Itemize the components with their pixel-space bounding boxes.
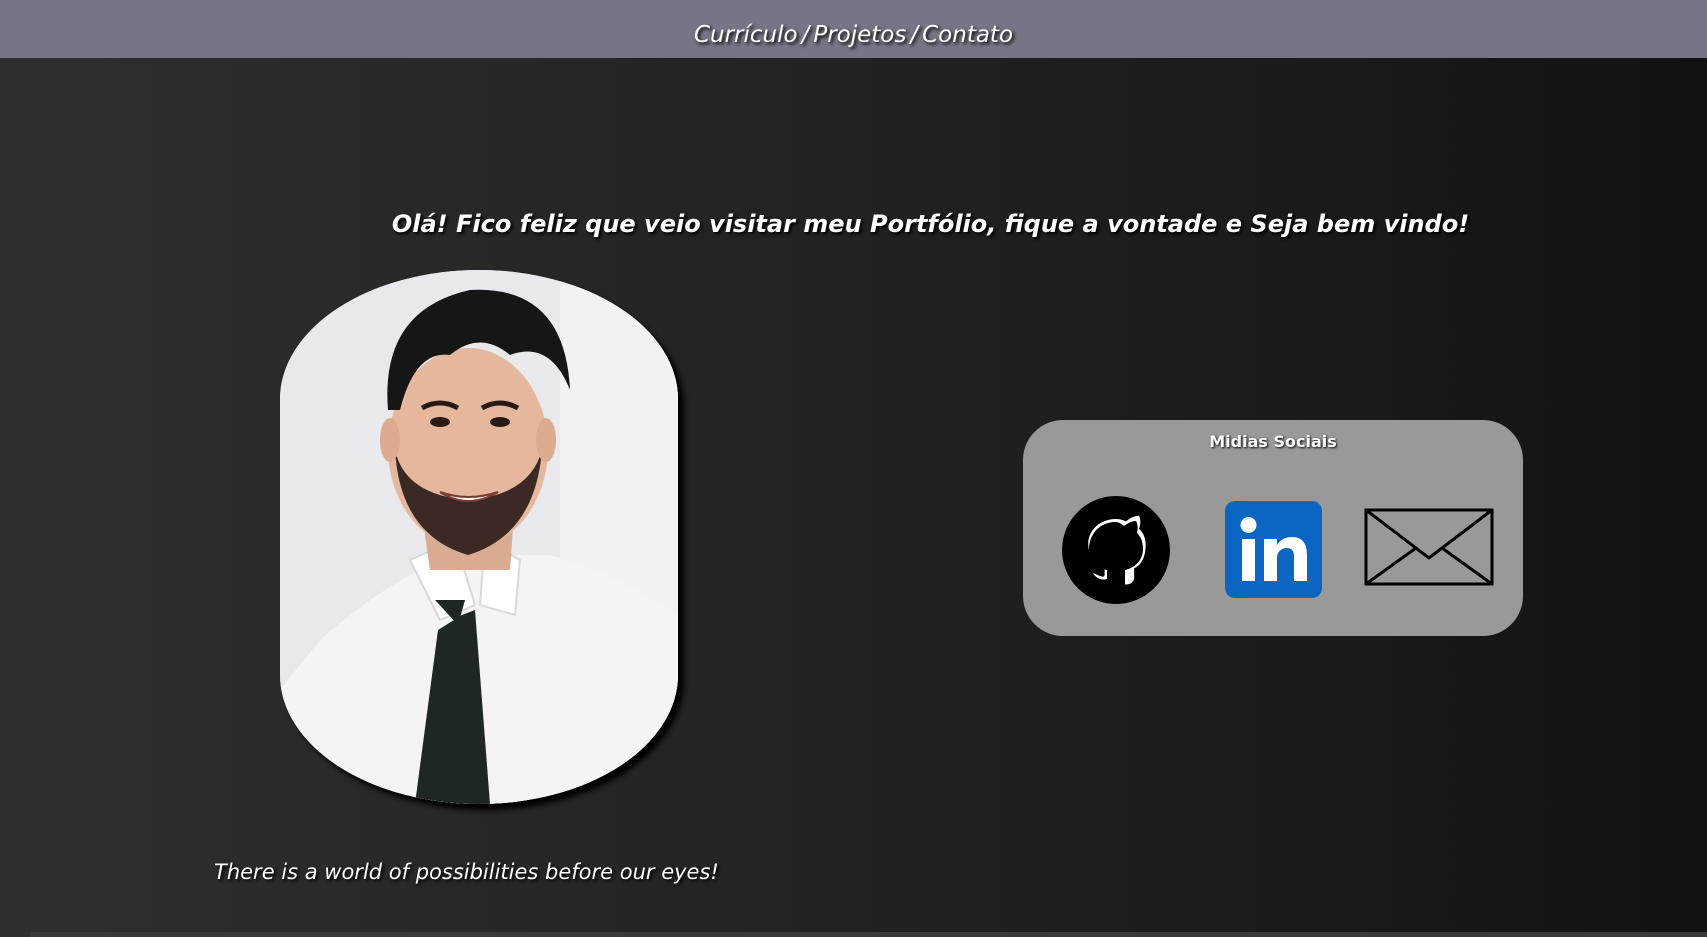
main-navigation: Currículo / Projetos / Contato bbox=[0, 22, 1707, 48]
profile-photo-illustration bbox=[280, 270, 678, 804]
email-icon[interactable] bbox=[1364, 508, 1494, 586]
nav-link-projetos[interactable]: Projetos bbox=[813, 22, 906, 48]
social-media-title: Midias Sociais bbox=[1209, 432, 1337, 451]
github-icon[interactable] bbox=[1062, 496, 1170, 604]
linkedin-icon[interactable] bbox=[1225, 501, 1322, 598]
tagline: There is a world of possibilities before… bbox=[214, 860, 719, 884]
nav-link-contato[interactable]: Contato bbox=[922, 22, 1013, 48]
nav-separator: / bbox=[910, 22, 919, 48]
nav-link-curriculo[interactable]: Currículo bbox=[694, 22, 798, 48]
welcome-message: Olá! Fico feliz que veio visitar meu Por… bbox=[391, 210, 1470, 238]
social-media-card: Midias Sociais bbox=[1023, 420, 1523, 636]
page-bottom-border bbox=[30, 932, 1707, 937]
profile-photo bbox=[280, 270, 678, 804]
nav-separator: / bbox=[801, 22, 810, 48]
